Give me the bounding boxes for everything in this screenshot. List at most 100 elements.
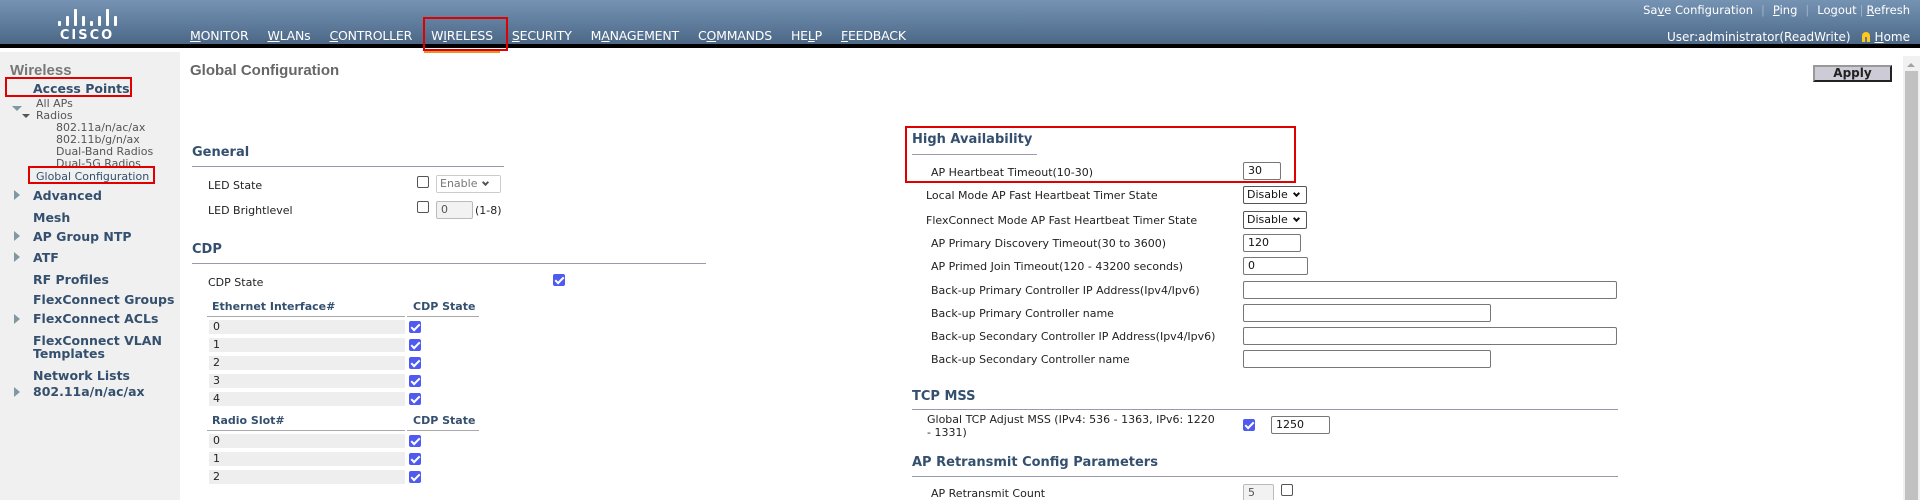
- local-fast-heartbeat-select[interactable]: Disable: [1243, 186, 1307, 204]
- home-icon: [1861, 32, 1871, 42]
- eth-cdp-checkbox[interactable]: [409, 375, 421, 387]
- sidebar-item-802-11a[interactable]: 802.11a/n/ac/ax: [33, 384, 145, 399]
- led-brightlevel-input[interactable]: 0: [436, 201, 473, 219]
- eth-cdp-checkbox[interactable]: [409, 357, 421, 369]
- sidebar-item-network-lists[interactable]: Network Lists: [33, 368, 130, 383]
- nav-feedback[interactable]: FEEDBACK: [841, 28, 906, 48]
- top-links: Save Configuration | Ping | Logout | Ref…: [1643, 3, 1910, 17]
- ap-retransmit-count-input[interactable]: 5: [1243, 484, 1274, 500]
- sidebar: Wireless Access Points All APs Radios 80…: [0, 52, 180, 500]
- backup-secondary-name-label: Back-up Secondary Controller name: [931, 353, 1130, 366]
- eth-interface-row: 1: [209, 338, 405, 352]
- eth-cdp-checkbox[interactable]: [409, 321, 421, 333]
- expanded-arrow-icon[interactable]: [12, 106, 22, 111]
- home-link[interactable]: Home: [1875, 30, 1910, 44]
- vertical-scrollbar[interactable]: [1903, 56, 1920, 500]
- section-cdp-heading: CDP: [192, 242, 222, 257]
- nav-controller[interactable]: CONTROLLER: [329, 28, 412, 48]
- tcp-adjust-mss-checkbox[interactable]: [1243, 419, 1255, 431]
- divider: [192, 166, 504, 167]
- nav-security[interactable]: SECURITY: [512, 28, 572, 48]
- ping-link[interactable]: Ping: [1773, 3, 1797, 17]
- led-state-select[interactable]: Enable: [436, 175, 501, 193]
- eth-cdp-checkbox[interactable]: [409, 339, 421, 351]
- page-title: Global Configuration: [190, 62, 340, 79]
- nav-help[interactable]: HELP: [791, 28, 822, 48]
- scrollbar-thumb[interactable]: [1905, 71, 1918, 500]
- sidebar-item-ap-group-ntp[interactable]: AP Group NTP: [33, 229, 132, 244]
- radio-cdp-checkbox[interactable]: [409, 435, 421, 447]
- separator: |: [1805, 3, 1810, 17]
- scroll-up-arrow-icon[interactable]: [1907, 63, 1915, 67]
- radio-slot-header: Radio Slot#: [212, 414, 285, 427]
- backup-secondary-name-input[interactable]: [1243, 350, 1491, 368]
- expand-arrow-icon[interactable]: [14, 252, 20, 262]
- sidebar-item-mesh[interactable]: Mesh: [33, 210, 70, 225]
- backup-primary-ip-input[interactable]: [1243, 281, 1617, 299]
- ap-retransmit-count-checkbox[interactable]: [1281, 484, 1293, 496]
- sidebar-item-flexconnect-vlan-templates-line2[interactable]: Templates: [33, 346, 105, 361]
- ap-retransmit-count-label: AP Retransmit Count: [931, 487, 1046, 500]
- expand-arrow-icon[interactable]: [14, 231, 20, 241]
- divider: [912, 409, 1618, 410]
- main-nav: MONITOR WLANs CONTROLLER WIRELESS SECURI…: [190, 28, 925, 53]
- nav-monitor[interactable]: MONITOR: [190, 28, 249, 48]
- ethernet-interface-header: Ethernet Interface#: [212, 300, 336, 313]
- table-header-divider: [407, 430, 479, 431]
- sidebar-item-atf[interactable]: ATF: [33, 250, 59, 265]
- sidebar-item-advanced[interactable]: Advanced: [33, 188, 102, 203]
- tcp-adjust-mss-label-line2: - 1331): [927, 426, 967, 439]
- led-state-checkbox[interactable]: [417, 176, 429, 188]
- ap-heartbeat-timeout-label: AP Heartbeat Timeout(10-30): [931, 166, 1094, 179]
- cisco-logo: CISCO: [52, 4, 122, 44]
- eth-interface-row: 0: [209, 320, 405, 334]
- primary-discovery-timeout-input[interactable]: 120: [1243, 234, 1301, 252]
- section-general-heading: General: [192, 145, 250, 160]
- local-fast-heartbeat-label: Local Mode AP Fast Heartbeat Timer State: [926, 189, 1158, 202]
- logout-link[interactable]: Logout: [1817, 3, 1856, 17]
- section-high-availability-heading: High Availability: [912, 132, 1033, 147]
- backup-primary-name-input[interactable]: [1243, 304, 1491, 322]
- primed-join-timeout-input[interactable]: 0: [1243, 257, 1308, 275]
- expand-arrow-icon[interactable]: [14, 314, 20, 324]
- user-label: User:administrator(ReadWrite): [1667, 30, 1851, 44]
- cdp-state-label: CDP State: [208, 276, 264, 289]
- backup-secondary-ip-label: Back-up Secondary Controller IP Address(…: [931, 330, 1216, 343]
- eth-interface-row: 3: [209, 374, 405, 388]
- radio-cdp-checkbox[interactable]: [409, 471, 421, 483]
- cdp-state-checkbox[interactable]: [553, 274, 565, 286]
- ap-heartbeat-timeout-input[interactable]: 30: [1243, 162, 1281, 180]
- led-brightlevel-checkbox[interactable]: [417, 201, 429, 213]
- nav-management[interactable]: MANAGEMENT: [591, 28, 679, 48]
- cisco-logo-bars-icon: [56, 6, 118, 26]
- flexconnect-fast-heartbeat-select[interactable]: Disable: [1243, 211, 1307, 229]
- table-header-divider: [207, 430, 405, 431]
- led-state-label: LED State: [208, 179, 263, 192]
- radio-cdp-checkbox[interactable]: [409, 453, 421, 465]
- nav-wlans[interactable]: WLANs: [267, 28, 310, 48]
- sidebar-item-rf-profiles[interactable]: RF Profiles: [33, 272, 109, 287]
- divider: [912, 476, 1618, 477]
- sidebar-item-flexconnect-groups[interactable]: FlexConnect Groups: [33, 292, 174, 307]
- eth-cdp-state-header: CDP State: [413, 300, 476, 313]
- chevron-down-icon: [1292, 214, 1300, 223]
- apply-button[interactable]: Apply: [1813, 65, 1892, 82]
- nav-commands[interactable]: COMMANDS: [698, 28, 772, 48]
- access-points-highlight-box: [5, 77, 132, 97]
- user-info: User:administrator(ReadWrite) Home: [1667, 30, 1910, 44]
- backup-secondary-ip-input[interactable]: [1243, 327, 1617, 345]
- eth-cdp-checkbox[interactable]: [409, 393, 421, 405]
- sidebar-item-flexconnect-acls[interactable]: FlexConnect ACLs: [33, 311, 158, 326]
- tcp-adjust-mss-input[interactable]: 1250: [1271, 416, 1330, 434]
- refresh-link[interactable]: Refresh: [1867, 3, 1910, 17]
- radio-slot-row: 2: [209, 470, 405, 484]
- section-tcp-mss-heading: TCP MSS: [912, 389, 976, 404]
- radio-cdp-state-header: CDP State: [413, 414, 476, 427]
- expand-arrow-icon[interactable]: [14, 190, 20, 200]
- radios-expanded-arrow-icon[interactable]: [22, 114, 30, 118]
- expand-arrow-icon[interactable]: [14, 387, 20, 397]
- backup-primary-ip-label: Back-up Primary Controller IP Address(Ip…: [931, 284, 1200, 297]
- tcp-adjust-mss-label: Global TCP Adjust MSS (IPv4: 536 - 1363,…: [927, 413, 1215, 426]
- primed-join-timeout-label: AP Primed Join Timeout(120 - 43200 secon…: [931, 260, 1184, 273]
- save-configuration-link[interactable]: Save Configuration: [1643, 3, 1753, 17]
